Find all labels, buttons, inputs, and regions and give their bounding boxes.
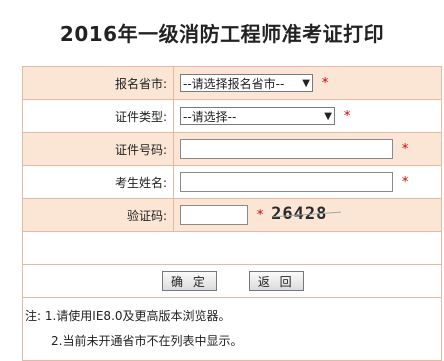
province-select-value: --请选择报名省市-- [183, 77, 285, 91]
province-select[interactable]: --请选择报名省市-- ▼ [180, 74, 313, 92]
captcha-row: 验证码: * 26428 [22, 198, 442, 232]
confirm-button[interactable]: 确 定 [162, 271, 217, 291]
note-line-2: 2.当前未开通省市不在列表中显示。 [51, 334, 243, 348]
captcha-input[interactable] [180, 205, 248, 225]
captcha-label: 验证码: [22, 198, 174, 232]
page-title: 2016年一级消防工程师准考证打印 [59, 22, 385, 46]
idtype-label: 证件类型: [22, 99, 174, 133]
back-button[interactable]: 返 回 [248, 271, 304, 291]
province-label: 报名省市: [22, 66, 174, 100]
idtype-row: 证件类型: --请选择-- ▼ * [22, 99, 442, 133]
name-input[interactable] [180, 172, 393, 192]
idtype-select[interactable]: --请选择-- ▼ [180, 107, 335, 125]
chevron-down-icon: ▼ [302, 78, 310, 89]
idnum-row: 证件号码: * [22, 132, 442, 166]
province-row: 报名省市: --请选择报名省市-- ▼ * [22, 66, 442, 100]
note-line-1: 注: 1.请使用IE8.0及更高版本浏览器。 [25, 309, 231, 323]
notes-row: 注: 1.请使用IE8.0及更高版本浏览器。 2.当前未开通省市不在列表中显示。 [22, 297, 442, 361]
idtype-select-value: --请选择-- [183, 110, 237, 124]
idnum-label: 证件号码: [22, 132, 174, 166]
required-mark: * [401, 141, 409, 157]
print-form: 报名省市: --请选择报名省市-- ▼ * 证件类型: --请选择-- ▼ * … [22, 66, 442, 361]
idnum-input[interactable] [180, 139, 393, 159]
button-row: 确 定返 回 [22, 264, 442, 298]
required-mark: * [256, 207, 264, 223]
required-mark: * [401, 174, 409, 190]
required-mark: * [321, 75, 329, 91]
name-row: 考生姓名: * [22, 165, 442, 199]
chevron-down-icon: ▼ [324, 111, 332, 122]
name-label: 考生姓名: [22, 165, 174, 199]
captcha-image[interactable]: 26428 [271, 204, 343, 226]
spacer-row [22, 231, 442, 265]
required-mark: * [343, 108, 351, 124]
